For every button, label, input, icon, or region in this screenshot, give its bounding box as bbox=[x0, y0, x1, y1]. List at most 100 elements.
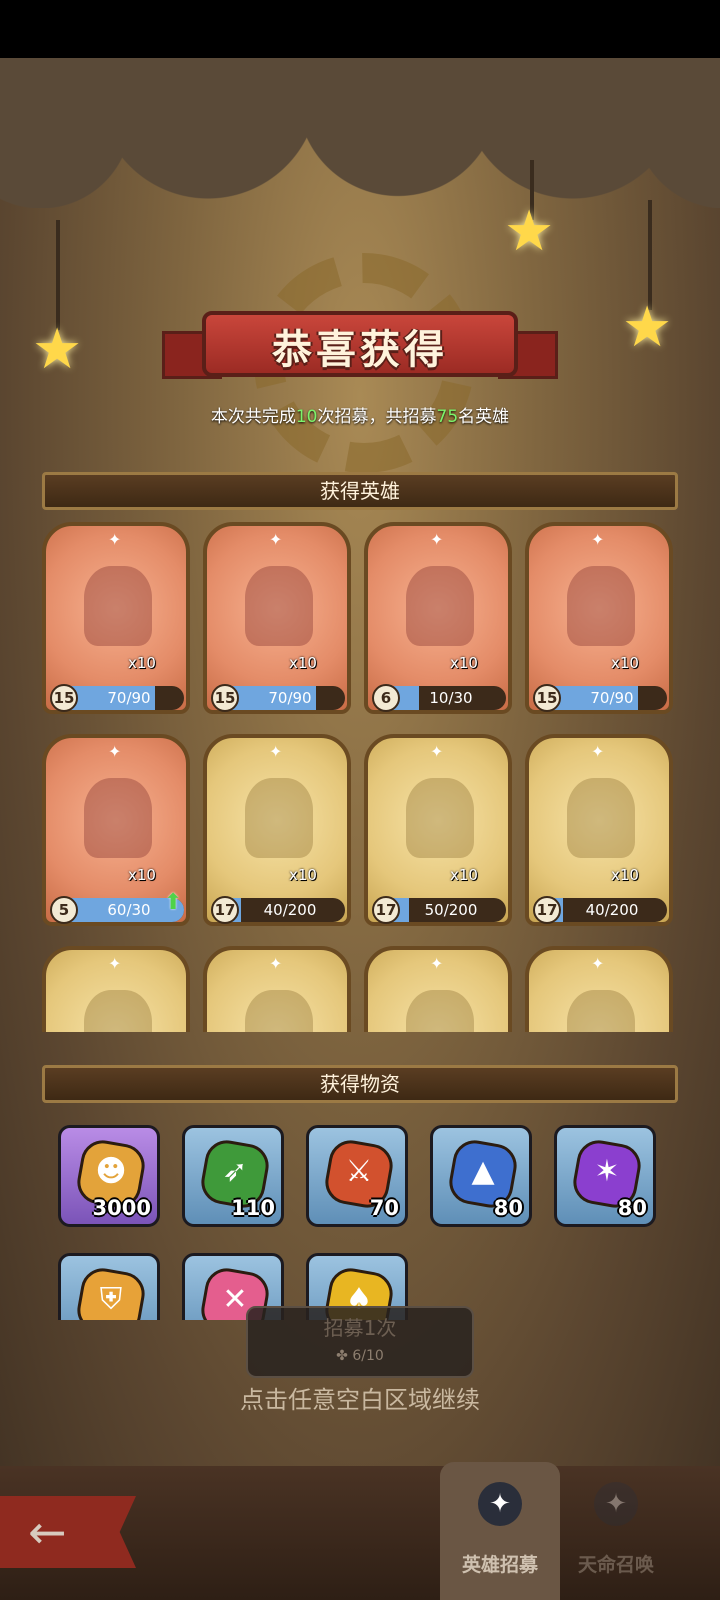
item-quantity: 110 bbox=[231, 1196, 275, 1220]
summary-suffix: 名英雄 bbox=[458, 407, 510, 427]
wizard-hat-icon: ▲ bbox=[471, 1154, 495, 1189]
hero-portrait bbox=[567, 778, 635, 858]
hero-shard-count: x10 bbox=[450, 866, 478, 884]
hero-level-badge: 5 bbox=[50, 896, 78, 924]
hero-level-badge: 17 bbox=[533, 896, 561, 924]
hero-card[interactable]: ✦ x10 60/30 5 ⬆ bbox=[42, 734, 190, 926]
back-button[interactable]: ← bbox=[0, 1496, 136, 1568]
continue-hint: 点击任意空白区域继续 bbox=[240, 1386, 480, 1414]
heroes-section-header: 获得英雄 bbox=[42, 472, 678, 510]
sparkle-icon: ✦ bbox=[430, 954, 444, 973]
reward-item[interactable]: ✶ 80 bbox=[554, 1125, 656, 1227]
summary-mid: 次招募，共招募 bbox=[317, 407, 437, 427]
shield-icon: ⛨ bbox=[99, 1282, 123, 1317]
hero-shard-count: x10 bbox=[611, 654, 639, 672]
hero-card[interactable]: ✦ bbox=[42, 946, 190, 1032]
hero-card[interactable]: ✦ x10 10/30 6 bbox=[364, 522, 512, 714]
hero-shard-count: x10 bbox=[128, 654, 156, 672]
reward-item[interactable]: ☻ 3000 bbox=[58, 1125, 160, 1227]
hero-progress-text: 10/30 bbox=[429, 689, 473, 707]
shuriken-icon: ✶ bbox=[594, 1154, 620, 1189]
star-icon: ★ bbox=[504, 199, 555, 264]
congrats-title: 恭喜获得 bbox=[272, 327, 448, 373]
hero-card[interactable]: ✦ x10 70/90 15 bbox=[42, 522, 190, 714]
hero-portrait bbox=[245, 990, 313, 1032]
coin-icon: ☻ bbox=[95, 1154, 127, 1189]
hero-level-badge: 15 bbox=[533, 684, 561, 712]
crystal-ball-icon: ✦ bbox=[594, 1482, 638, 1526]
congrats-banner: 恭喜获得 bbox=[162, 305, 558, 387]
tab-hero-recruit[interactable]: ✦ 英雄招募 bbox=[440, 1462, 560, 1600]
sword-icon: ⚔ bbox=[345, 1154, 373, 1189]
item-quantity: 80 bbox=[617, 1196, 647, 1220]
star-icon: ★ bbox=[622, 295, 673, 360]
hero-card[interactable]: ✦ x10 40/200 17 bbox=[203, 734, 351, 926]
sparkle-icon: ✦ bbox=[108, 530, 122, 549]
sparkle-icon: ✦ bbox=[430, 742, 444, 761]
upgrade-arrow-icon: ⬆ bbox=[164, 890, 183, 915]
hero-progress-text: 70/90 bbox=[590, 689, 634, 707]
hero-level-badge: 15 bbox=[50, 684, 78, 712]
recruit-once-button[interactable]: 招募1次 ✤ 6/10 bbox=[246, 1306, 474, 1378]
sparkle-icon: ✦ bbox=[269, 530, 283, 549]
reward-item[interactable]: ⚔ 70 bbox=[306, 1125, 408, 1227]
item-grid[interactable]: ☻ 3000 ➶ 110 ⚔ 70 ▲ 80 ✶ 80 ⛨ ✕ ♠ bbox=[58, 1125, 678, 1320]
hero-card[interactable]: ✦ bbox=[525, 946, 673, 1032]
status-bar bbox=[0, 0, 720, 58]
recruit-cost-value: 6/10 bbox=[352, 1348, 384, 1364]
sparkle-icon: ✦ bbox=[591, 530, 605, 549]
hero-card[interactable]: ✦ bbox=[203, 946, 351, 1032]
recruit-summary: 本次共完成10次招募，共招募75名英雄 bbox=[0, 402, 720, 427]
recruit-times: 10 bbox=[295, 407, 318, 427]
hero-portrait bbox=[84, 778, 152, 858]
hero-portrait bbox=[567, 990, 635, 1032]
hero-card[interactable]: ✦ x10 40/200 17 bbox=[525, 734, 673, 926]
hero-shard-count: x10 bbox=[128, 866, 156, 884]
hero-level-badge: 15 bbox=[211, 684, 239, 712]
star-icon: ★ bbox=[32, 317, 83, 382]
hero-shard-count: x10 bbox=[289, 866, 317, 884]
hero-portrait bbox=[406, 566, 474, 646]
hero-portrait bbox=[406, 990, 474, 1032]
tab-destiny-summon-label: 天命召唤 bbox=[577, 1554, 654, 1576]
hero-card[interactable]: ✦ x10 70/90 15 bbox=[203, 522, 351, 714]
hero-portrait bbox=[567, 566, 635, 646]
rope-decoration bbox=[56, 220, 60, 330]
item-quantity: 3000 bbox=[92, 1196, 151, 1220]
hero-progress-text: 70/90 bbox=[268, 689, 312, 707]
reward-item[interactable]: ➶ 110 bbox=[182, 1125, 284, 1227]
sparkle-icon: ✦ bbox=[269, 742, 283, 761]
summary-prefix: 本次共完成 bbox=[210, 407, 296, 427]
hero-progress-text: 40/200 bbox=[263, 901, 317, 919]
tab-hero-recruit-label: 英雄招募 bbox=[461, 1554, 538, 1576]
sparkle-icon: ✦ bbox=[269, 954, 283, 973]
item-quantity: 80 bbox=[493, 1196, 523, 1220]
reward-item[interactable]: ⛨ bbox=[58, 1253, 160, 1320]
clover-icon: ✤ bbox=[336, 1348, 353, 1364]
hero-shard-count: x10 bbox=[289, 654, 317, 672]
hero-portrait bbox=[406, 778, 474, 858]
hero-shard-count: x10 bbox=[611, 866, 639, 884]
crystal-ball-icon: ✦ bbox=[478, 1482, 522, 1526]
sparkle-icon: ✦ bbox=[591, 742, 605, 761]
hero-level-badge: 6 bbox=[372, 684, 400, 712]
tab-destiny-summon[interactable]: ✦ 天命召唤 bbox=[556, 1462, 676, 1600]
hero-portrait bbox=[84, 566, 152, 646]
sparkle-icon: ✦ bbox=[591, 954, 605, 973]
hero-card[interactable]: ✦ x10 50/200 17 bbox=[364, 734, 512, 926]
bow-icon: ➶ bbox=[222, 1154, 248, 1189]
hero-total: 75 bbox=[436, 407, 459, 427]
hero-portrait bbox=[84, 990, 152, 1032]
hero-card-grid[interactable]: ✦ x10 70/90 15 ✦ x10 70/90 15 ✦ x10 10/30 6 ✦ x10 70/9… bbox=[42, 522, 678, 1032]
sparkle-icon: ✦ bbox=[108, 954, 122, 973]
hero-portrait bbox=[245, 566, 313, 646]
arrow-left-icon: ← bbox=[28, 1505, 67, 1559]
hero-portrait bbox=[245, 778, 313, 858]
hero-card[interactable]: ✦ x10 70/90 15 bbox=[525, 522, 673, 714]
hero-progress-text: 70/90 bbox=[107, 689, 151, 707]
sparkle-icon: ✦ bbox=[430, 530, 444, 549]
reward-item[interactable]: ▲ 80 bbox=[430, 1125, 532, 1227]
hero-level-badge: 17 bbox=[372, 896, 400, 924]
recruit-cost: ✤ 6/10 bbox=[248, 1348, 472, 1364]
hero-card[interactable]: ✦ bbox=[364, 946, 512, 1032]
